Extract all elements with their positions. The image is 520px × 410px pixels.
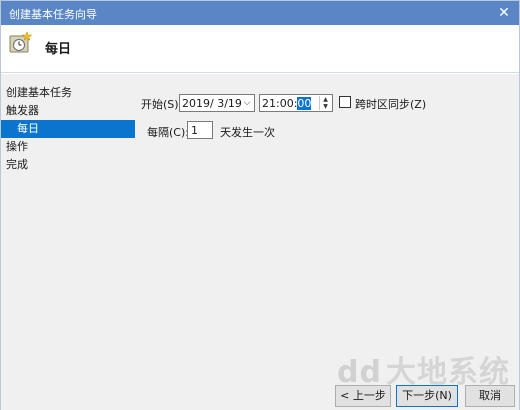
start-time-value: 21:00:00 (262, 97, 312, 110)
spin-down-icon[interactable]: ▼ (320, 103, 331, 110)
wizard-header: 每日 (1, 25, 519, 73)
start-date-value: 2019/ 3/19 (182, 97, 242, 110)
sync-timezone-checkbox[interactable] (339, 96, 351, 108)
recur-label: 每隔(C): (147, 126, 189, 139)
time-spinner[interactable]: ▲ ▼ (319, 96, 331, 110)
start-label: 开始(S): (141, 98, 183, 111)
recur-days-input[interactable]: 1 (187, 121, 213, 139)
start-time-selected-seconds: 00 (297, 97, 312, 110)
step-trigger[interactable]: 触发器 (1, 102, 135, 120)
step-finish[interactable]: 完成 (1, 156, 135, 174)
page-heading: 每日 (45, 42, 72, 57)
task-clock-icon (9, 31, 33, 53)
step-daily[interactable]: 每日 (1, 120, 135, 138)
wizard-steps: 创建基本任务 触发器 每日 操作 完成 (1, 84, 135, 174)
start-time-picker[interactable]: 21:00:00 ▲ ▼ (259, 94, 333, 112)
next-button[interactable]: 下一步(N) > (396, 385, 458, 410)
spin-up-icon[interactable]: ▲ (320, 96, 331, 103)
recur-unit-label: 天发生一次 (220, 126, 275, 139)
wizard-button-bar: < 上一步(B) 下一步(N) > 取消 (1, 375, 519, 410)
window-title: 创建基本任务向导 (9, 8, 97, 21)
recur-days-value: 1 (191, 124, 198, 137)
start-date-picker[interactable]: 2019/ 3/19 ⌵ (179, 94, 255, 112)
start-time-prefix: 21:00: (262, 97, 298, 110)
close-icon[interactable]: ✕ (495, 4, 513, 22)
step-action[interactable]: 操作 (1, 138, 135, 156)
sync-timezone-label: 跨时区同步(Z) (355, 98, 427, 111)
wizard-window: 创建基本任务向导 ✕ 每日 创建基本任务 触发器 每日 操作 完成 开始(S):… (0, 0, 520, 410)
chevron-down-icon[interactable]: ⌵ (242, 96, 252, 110)
back-button[interactable]: < 上一步(B) (335, 385, 391, 410)
title-bar: 创建基本任务向导 ✕ (1, 1, 519, 25)
step-create-basic-task[interactable]: 创建基本任务 (1, 84, 135, 102)
cancel-button[interactable]: 取消 (465, 385, 515, 407)
